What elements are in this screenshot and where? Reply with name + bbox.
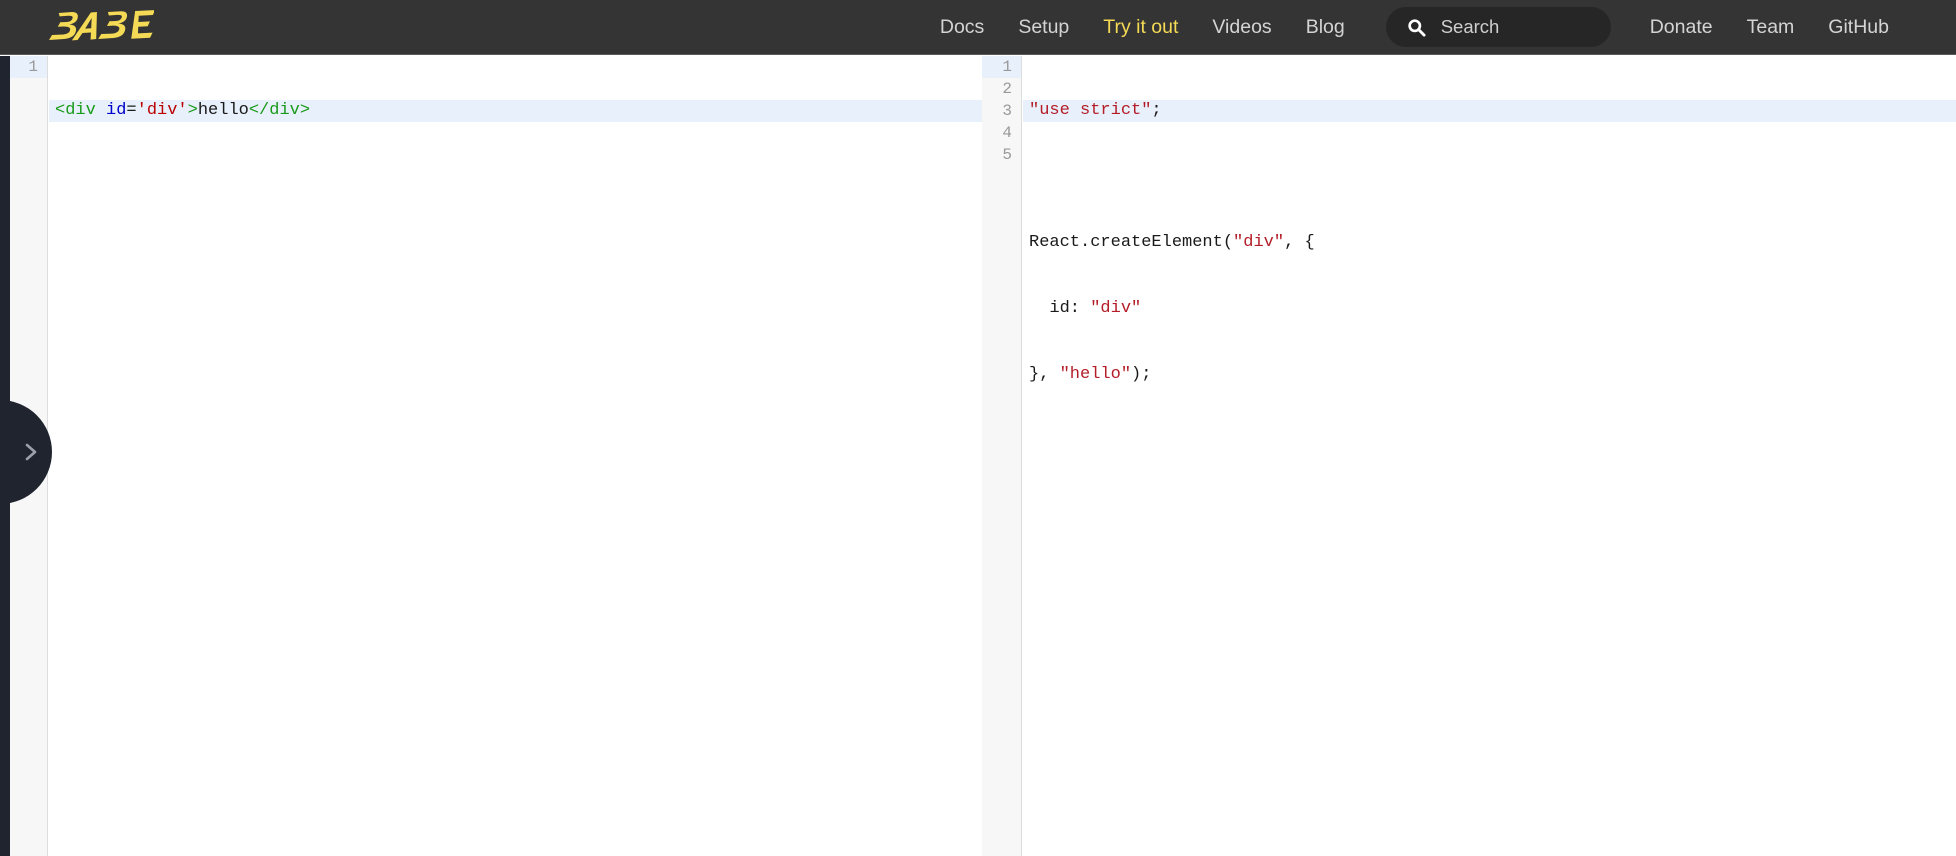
code-token-punct: }, [1029, 365, 1060, 384]
code-line: React.createElement("div", { [1023, 232, 1956, 254]
code-token-string: 'div' [136, 101, 188, 120]
code-token-tag: <div [55, 101, 96, 120]
code-token-text: hello [197, 101, 249, 120]
line-number: 1 [982, 56, 1021, 78]
nav-link-setup[interactable]: Setup [1018, 0, 1069, 55]
nav-link-videos[interactable]: Videos [1212, 0, 1271, 55]
line-number: 4 [1002, 124, 1012, 142]
primary-navigation: Docs Setup Try it out Videos Blog Search… [923, 0, 1956, 54]
search-icon [1408, 18, 1426, 37]
nav-link-team[interactable]: Team [1747, 0, 1795, 55]
babel-logo-icon [48, 10, 154, 41]
code-line: <div id='div'>hello</div> [49, 100, 982, 122]
code-token-call: React.createElement( [1029, 233, 1234, 252]
code-token-gt: > [187, 101, 198, 120]
code-token-string: "div" [1233, 233, 1285, 252]
line-number: 3 [1002, 102, 1012, 120]
nav-link-github[interactable]: GitHub [1828, 0, 1889, 55]
code-token-close-tag: </div> [248, 101, 311, 120]
nav-link-try-it-out[interactable]: Try it out [1103, 0, 1178, 55]
nav-link-docs[interactable]: Docs [940, 0, 984, 55]
line-number: 2 [1002, 80, 1012, 98]
code-token-string: "use strict" [1029, 101, 1152, 120]
output-line-number-gutter: 1 2 3 4 5 [982, 56, 1022, 856]
code-line: "use strict"; [1023, 100, 1956, 122]
code-token-equals: = [126, 101, 137, 120]
code-token-key: id: [1029, 299, 1091, 318]
editor-area: 1 <div id='div'>hello</div> 1 2 3 4 5 "u… [0, 56, 1956, 856]
code-line: id: "div" [1023, 298, 1956, 320]
code-token-string: "hello" [1059, 365, 1132, 384]
search-placeholder: Search [1440, 16, 1500, 37]
output-code[interactable]: "use strict"; React.createElement("div",… [1023, 56, 1956, 856]
code-token-string: "div" [1090, 299, 1142, 318]
nav-link-blog[interactable]: Blog [1306, 0, 1345, 55]
input-code[interactable]: <div id='div'>hello</div> [49, 56, 982, 856]
code-token-attr: id [95, 101, 127, 120]
code-token-punct: ; [1151, 101, 1162, 120]
nav-link-donate[interactable]: Donate [1650, 0, 1713, 55]
line-number: 1 [10, 56, 47, 78]
chevron-right-icon [25, 443, 37, 461]
search-input[interactable]: Search [1385, 7, 1611, 47]
line-number: 5 [1002, 146, 1012, 164]
babel-logo[interactable] [46, 7, 156, 47]
code-line: }, "hello"); [1023, 364, 1956, 386]
site-header: Docs Setup Try it out Videos Blog Search… [0, 0, 1956, 55]
code-token-punct: ); [1131, 365, 1152, 384]
code-token-punct: , { [1284, 233, 1315, 252]
